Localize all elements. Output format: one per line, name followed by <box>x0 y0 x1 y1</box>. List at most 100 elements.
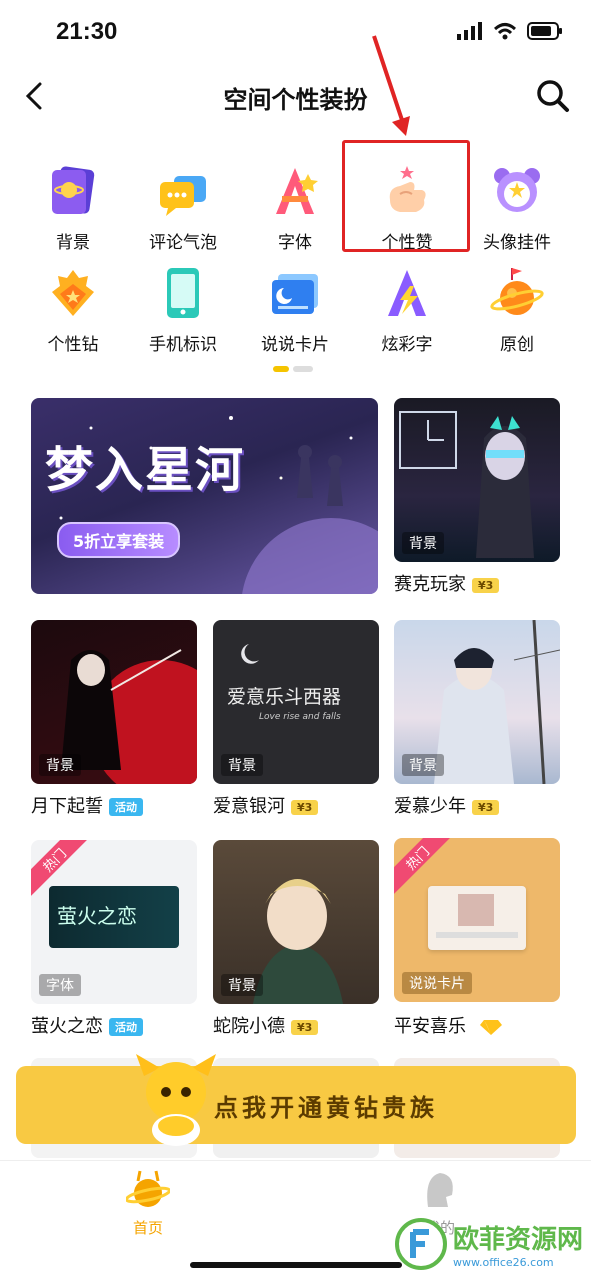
banner-dream-galaxy[interactable]: 梦入星河 5折立享套装 <box>31 398 378 594</box>
item-tag: 说说卡片 <box>402 972 472 994</box>
battery-icon <box>527 22 562 40</box>
item-name-row: 爱意银河 ¥3 <box>213 792 319 818</box>
avatar-pendant-icon <box>494 168 540 212</box>
planet-card-icon <box>52 166 95 214</box>
item-tag: 背景 <box>221 754 263 776</box>
preview-line <box>436 932 518 938</box>
category-label: 个性钻 <box>47 335 99 355</box>
category-label: 说说卡片 <box>261 335 329 355</box>
annotation-highlight-box <box>342 140 470 252</box>
item-thumbnail: 爱意乐斗西器 Love rise and falls 背景 <box>213 620 379 784</box>
price-badge: ¥3 <box>472 799 500 815</box>
item-tag: 字体 <box>39 974 81 996</box>
diamond-icon <box>479 1020 502 1035</box>
status-bar: 21:30 <box>0 0 591 64</box>
rocket-planet-icon <box>490 268 544 315</box>
indicator-inactive <box>293 366 313 372</box>
hot-label: 热门 <box>394 838 454 897</box>
category-label: 手机标识 <box>149 335 217 355</box>
page-title: 空间个性装扮 <box>223 86 368 114</box>
banner-title: 梦入星河 <box>45 442 246 498</box>
item-thumbnail: 背景 <box>394 398 560 562</box>
category-phone-badge[interactable]: 手机标识 <box>128 266 238 355</box>
item-name: 爱慕少年 <box>394 796 466 817</box>
annotation-arrow <box>372 35 410 136</box>
nav-bar: 空间个性装扮 <box>0 66 591 126</box>
event-badge: 活动 <box>109 1018 143 1036</box>
item-name-row: 赛克玩家 ¥3 <box>394 570 500 596</box>
watermark: 欧菲资源网 www.office26.com <box>395 1218 583 1270</box>
tab-home[interactable]: 首页 <box>118 1167 178 1238</box>
item-thumbnail: 背景 <box>213 840 379 1004</box>
category-label: 评论气泡 <box>149 233 217 253</box>
item-card[interactable]: 背景 月下起誓 活动 <box>31 620 197 820</box>
category-label: 原创 <box>500 335 534 355</box>
item-name-row: 萤火之恋 活动 <box>31 1012 143 1038</box>
category-diamond[interactable]: 个性钻 <box>18 266 128 355</box>
item-name: 爱意银河 <box>213 796 285 817</box>
hot-ribbon: 热门 <box>31 840 91 900</box>
category-avatar-pendant[interactable]: 头像挂件 <box>462 164 572 253</box>
item-name-row: 爱慕少年 ¥3 <box>394 792 500 818</box>
item-name: 平安喜乐 <box>394 1016 466 1037</box>
font-a-icon <box>276 168 318 214</box>
item-name: 蛇院小德 <box>213 1016 285 1037</box>
signal-icon <box>457 22 482 40</box>
category-font[interactable]: 字体 <box>240 164 350 253</box>
item-thumbnail: 萤火之恋 字体 热门 <box>31 840 197 1004</box>
diamond-badge-icon <box>52 270 94 316</box>
item-name-row: 蛇院小德 ¥3 <box>213 1012 319 1038</box>
watermark-title: 欧菲资源网 <box>453 1225 584 1255</box>
watermark-logo-icon <box>395 1218 447 1270</box>
phone-icon <box>167 268 199 318</box>
chat-bubble-icon <box>160 176 206 216</box>
search-icon[interactable] <box>533 76 573 116</box>
price-badge: ¥3 <box>291 799 319 815</box>
item-thumbnail: 背景 <box>394 620 560 784</box>
item-name: 赛克玩家 <box>394 574 466 595</box>
watermark-text: 欧菲资源网 www.office26.com <box>453 1219 583 1269</box>
home-planet-icon <box>124 1170 172 1207</box>
category-label: 头像挂件 <box>483 233 551 253</box>
item-thumbnail: 背景 <box>31 620 197 784</box>
item-tag: 背景 <box>402 754 444 776</box>
item-name-row: 月下起誓 活动 <box>31 792 143 818</box>
item-name: 萤火之恋 <box>31 1016 103 1037</box>
status-icons <box>457 22 563 40</box>
price-badge: ¥3 <box>291 1019 319 1035</box>
item-card[interactable]: 说说卡片 热门 平安喜乐 <box>394 838 560 1038</box>
category-post-card[interactable]: 说说卡片 <box>240 266 350 355</box>
item-tag: 背景 <box>402 532 444 554</box>
category-label: 炫彩字 <box>381 335 433 355</box>
category-comment-bubble[interactable]: 评论气泡 <box>128 164 238 253</box>
hot-ribbon: 热门 <box>394 838 454 898</box>
item-tag: 背景 <box>221 974 263 996</box>
item-name-row: 平安喜乐 <box>394 1012 502 1038</box>
item-name: 月下起誓 <box>31 796 103 817</box>
category-original[interactable]: 原创 <box>462 266 572 355</box>
item-art-text: 爱意乐斗西器 <box>227 686 342 708</box>
moon-card-icon <box>272 274 318 314</box>
category-label: 背景 <box>56 233 90 253</box>
home-indicator <box>190 1262 402 1268</box>
category-color-font[interactable]: 炫彩字 <box>352 266 462 355</box>
vip-promo-button[interactable]: 点我开通黄钻贵族 <box>16 1054 576 1146</box>
item-art-text: 萤火之恋 <box>57 904 137 928</box>
wifi-icon <box>493 23 517 40</box>
category-background[interactable]: 背景 <box>18 164 128 253</box>
item-card[interactable]: 爱意乐斗西器 Love rise and falls 背景 爱意银河 ¥3 <box>213 620 379 820</box>
color-font-icon <box>388 270 426 316</box>
item-card[interactable]: 萤火之恋 字体 热门 萤火之恋 活动 <box>31 840 197 1040</box>
item-card[interactable]: 背景 蛇院小德 ¥3 <box>213 840 379 1040</box>
hot-label: 热门 <box>31 840 91 899</box>
tab-label: 首页 <box>132 1219 163 1237</box>
status-time: 21:30 <box>56 18 118 45</box>
indicator-active <box>273 366 289 372</box>
banner-image: 梦入星河 5折立享套装 <box>31 398 378 594</box>
price-badge: ¥3 <box>472 577 500 593</box>
item-card[interactable]: 背景 爱慕少年 ¥3 <box>394 620 560 820</box>
item-card[interactable]: 背景 赛克玩家 ¥3 <box>394 398 560 598</box>
item-art-subtext: Love rise and falls <box>259 712 341 722</box>
preview-image <box>458 894 494 926</box>
event-badge: 活动 <box>109 798 143 816</box>
